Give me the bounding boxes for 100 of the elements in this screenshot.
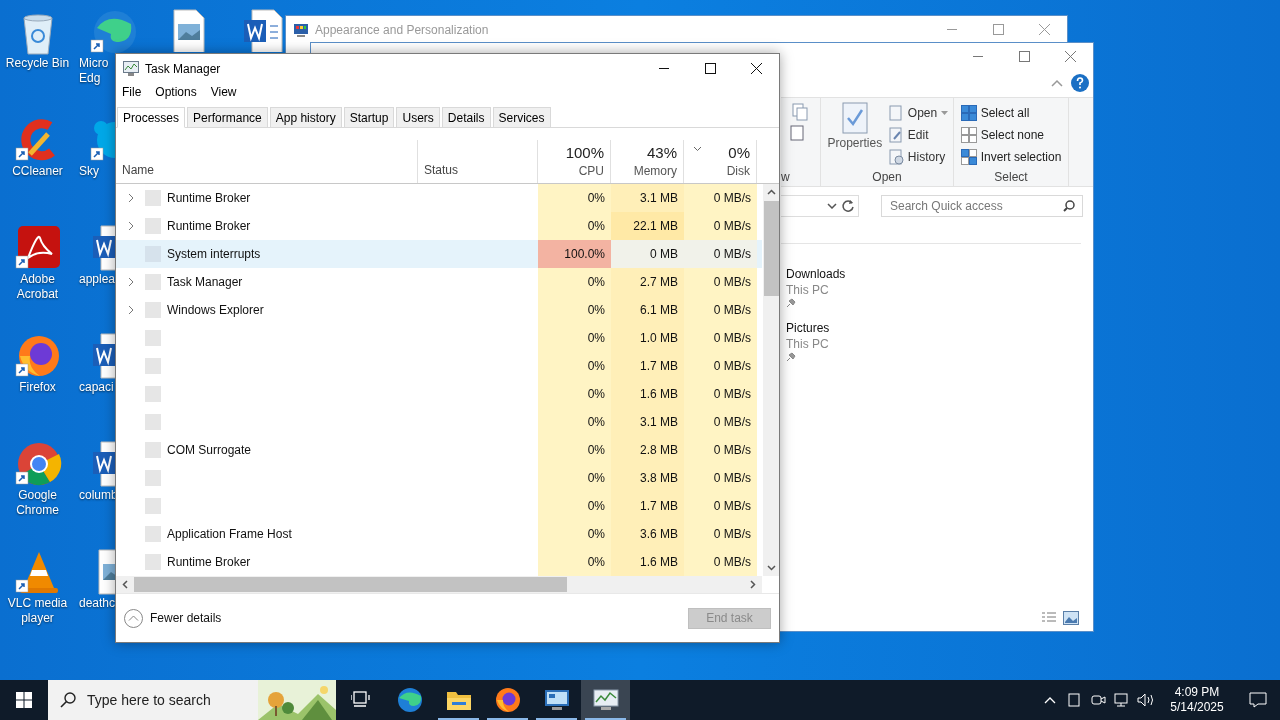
maximize-icon — [704, 63, 716, 74]
item-location: This PC — [786, 336, 829, 352]
item-name[interactable]: Pictures — [786, 320, 830, 336]
cpu-cell: 0% — [538, 436, 611, 464]
tab[interactable]: Startup — [343, 107, 395, 128]
address-bar[interactable] — [781, 195, 859, 217]
cpu-cell: 0% — [538, 464, 611, 492]
item-name[interactable]: Downloads — [786, 266, 846, 282]
process-icon — [145, 218, 161, 234]
search-field[interactable]: Search Quick access — [881, 195, 1083, 217]
disk-cell: 0 MB/s — [684, 436, 757, 464]
column-heading[interactable]: 43% Memory — [611, 140, 684, 183]
column-heading[interactable]: 0% Disk — [684, 140, 757, 183]
scrollbar-thumb[interactable] — [763, 201, 779, 296]
menu-item[interactable]: View — [210, 83, 237, 101]
process-icon — [145, 554, 161, 570]
vertical-scrollbar[interactable] — [763, 184, 779, 576]
menu-item[interactable]: File — [122, 83, 142, 101]
taskbar-app-button[interactable] — [581, 680, 630, 720]
wave-logo-icon — [396, 687, 423, 713]
running-indicator — [438, 718, 479, 720]
control-panel-icon — [543, 689, 570, 711]
history-icon — [887, 149, 904, 165]
tab[interactable]: Processes — [117, 107, 186, 128]
expand-chevron-icon[interactable] — [127, 193, 134, 203]
wave-logo-icon[interactable] — [89, 8, 137, 56]
browser-logo-icon[interactable] — [13, 440, 62, 488]
column-header[interactable]: Status — [424, 161, 459, 179]
disk-cell: 0 MB/s — [684, 296, 757, 324]
process-row[interactable]: System interrupts 100.0% 0 MB 0 MB/s — [116, 240, 762, 268]
ribbon-button[interactable]: History — [887, 146, 949, 168]
memory-cell: 1.6 MB — [611, 380, 684, 408]
scroll-up-icon — [766, 189, 776, 195]
memory-cell: 2.8 MB — [611, 436, 684, 464]
disk-cell: 0 MB/s — [684, 184, 757, 212]
running-indicator — [585, 718, 626, 720]
tab[interactable]: Services — [492, 107, 551, 128]
column-header[interactable]: CPU — [578, 163, 604, 179]
process-icon — [145, 498, 161, 514]
windows-logo-icon — [16, 692, 32, 708]
search-icon — [1063, 200, 1075, 212]
expand-chevron-icon[interactable] — [127, 305, 134, 315]
icon-label: deathc — [79, 596, 116, 611]
column-heading[interactable]: 100% CPU — [538, 140, 611, 183]
column-total: 100% — [565, 143, 604, 163]
task-manager-icon — [123, 61, 139, 76]
ribbon-button[interactable]: Open — [887, 102, 949, 124]
scroll-left-icon — [122, 580, 128, 589]
disk-cell: 0 MB/s — [684, 324, 757, 352]
thumbnail-view-icon[interactable] — [1063, 611, 1079, 625]
column-header[interactable]: Memory — [633, 163, 677, 179]
ribbon-button[interactable]: Select none — [960, 124, 1062, 146]
process-name: Application Frame Host — [167, 526, 292, 543]
process-name: Task Manager — [167, 274, 243, 291]
icon-label: capaci — [79, 380, 114, 395]
properties-icon — [841, 102, 868, 134]
control-panel-icon — [293, 22, 309, 37]
chevron-down-icon — [827, 203, 837, 209]
collapse-ribbon-icon[interactable] — [1051, 79, 1063, 87]
scrollbar-thumb[interactable] — [134, 577, 567, 592]
properties-button[interactable]: Properties — [825, 102, 884, 168]
sort-caret-icon — [693, 146, 702, 152]
clock[interactable]: 4:09 PM 5/14/2025 — [1158, 685, 1236, 715]
pdf-logo-icon[interactable] — [13, 224, 62, 272]
process-name: Windows Explorer — [167, 302, 264, 319]
tab[interactable]: Details — [441, 107, 491, 128]
process-icon — [145, 330, 161, 346]
cpu-cell: 0% — [538, 548, 611, 576]
cpu-cell: 100.0% — [538, 240, 611, 268]
folder-icon — [445, 689, 472, 711]
ribbon-button[interactable]: Invert selection — [960, 146, 1062, 168]
icon-label: Edg — [79, 71, 101, 86]
pin-icon — [786, 352, 796, 362]
column-header[interactable]: Disk — [726, 163, 750, 179]
memory-cell: 3.1 MB — [611, 408, 684, 436]
memory-cell: 1.6 MB — [611, 548, 684, 576]
search-input[interactable]: Type here to search — [87, 689, 257, 711]
horizontal-scrollbar[interactable] — [116, 576, 762, 593]
tab[interactable]: Performance — [187, 107, 268, 128]
help-icon[interactable] — [1071, 74, 1089, 92]
tab[interactable]: App history — [269, 107, 342, 128]
expand-chevron-icon[interactable] — [127, 221, 134, 231]
ribbon-button[interactable]: Edit — [887, 124, 949, 146]
process-name: Runtime Broker — [167, 554, 251, 571]
cpu-cell: 0% — [538, 408, 611, 436]
expand-chevron-icon[interactable] — [127, 277, 134, 287]
fewer-details-button[interactable]: Fewer details — [124, 608, 222, 628]
close-icon — [1064, 50, 1076, 62]
fox-logo-icon — [494, 687, 521, 713]
icon-label: VLC media — [7, 596, 68, 611]
ribbon-button[interactable]: Select all — [960, 102, 1062, 124]
process-icon — [145, 274, 161, 290]
tab[interactable]: Users — [396, 107, 440, 128]
taskbar-search-box[interactable]: Type here to search — [48, 680, 336, 720]
edit-icon — [887, 127, 904, 143]
process-name: Runtime Broker — [167, 190, 251, 207]
column-header[interactable]: Name — [122, 161, 154, 179]
cpu-cell: 0% — [538, 268, 611, 296]
maximize-icon — [1018, 50, 1030, 62]
menu-item[interactable]: Options — [155, 83, 197, 101]
